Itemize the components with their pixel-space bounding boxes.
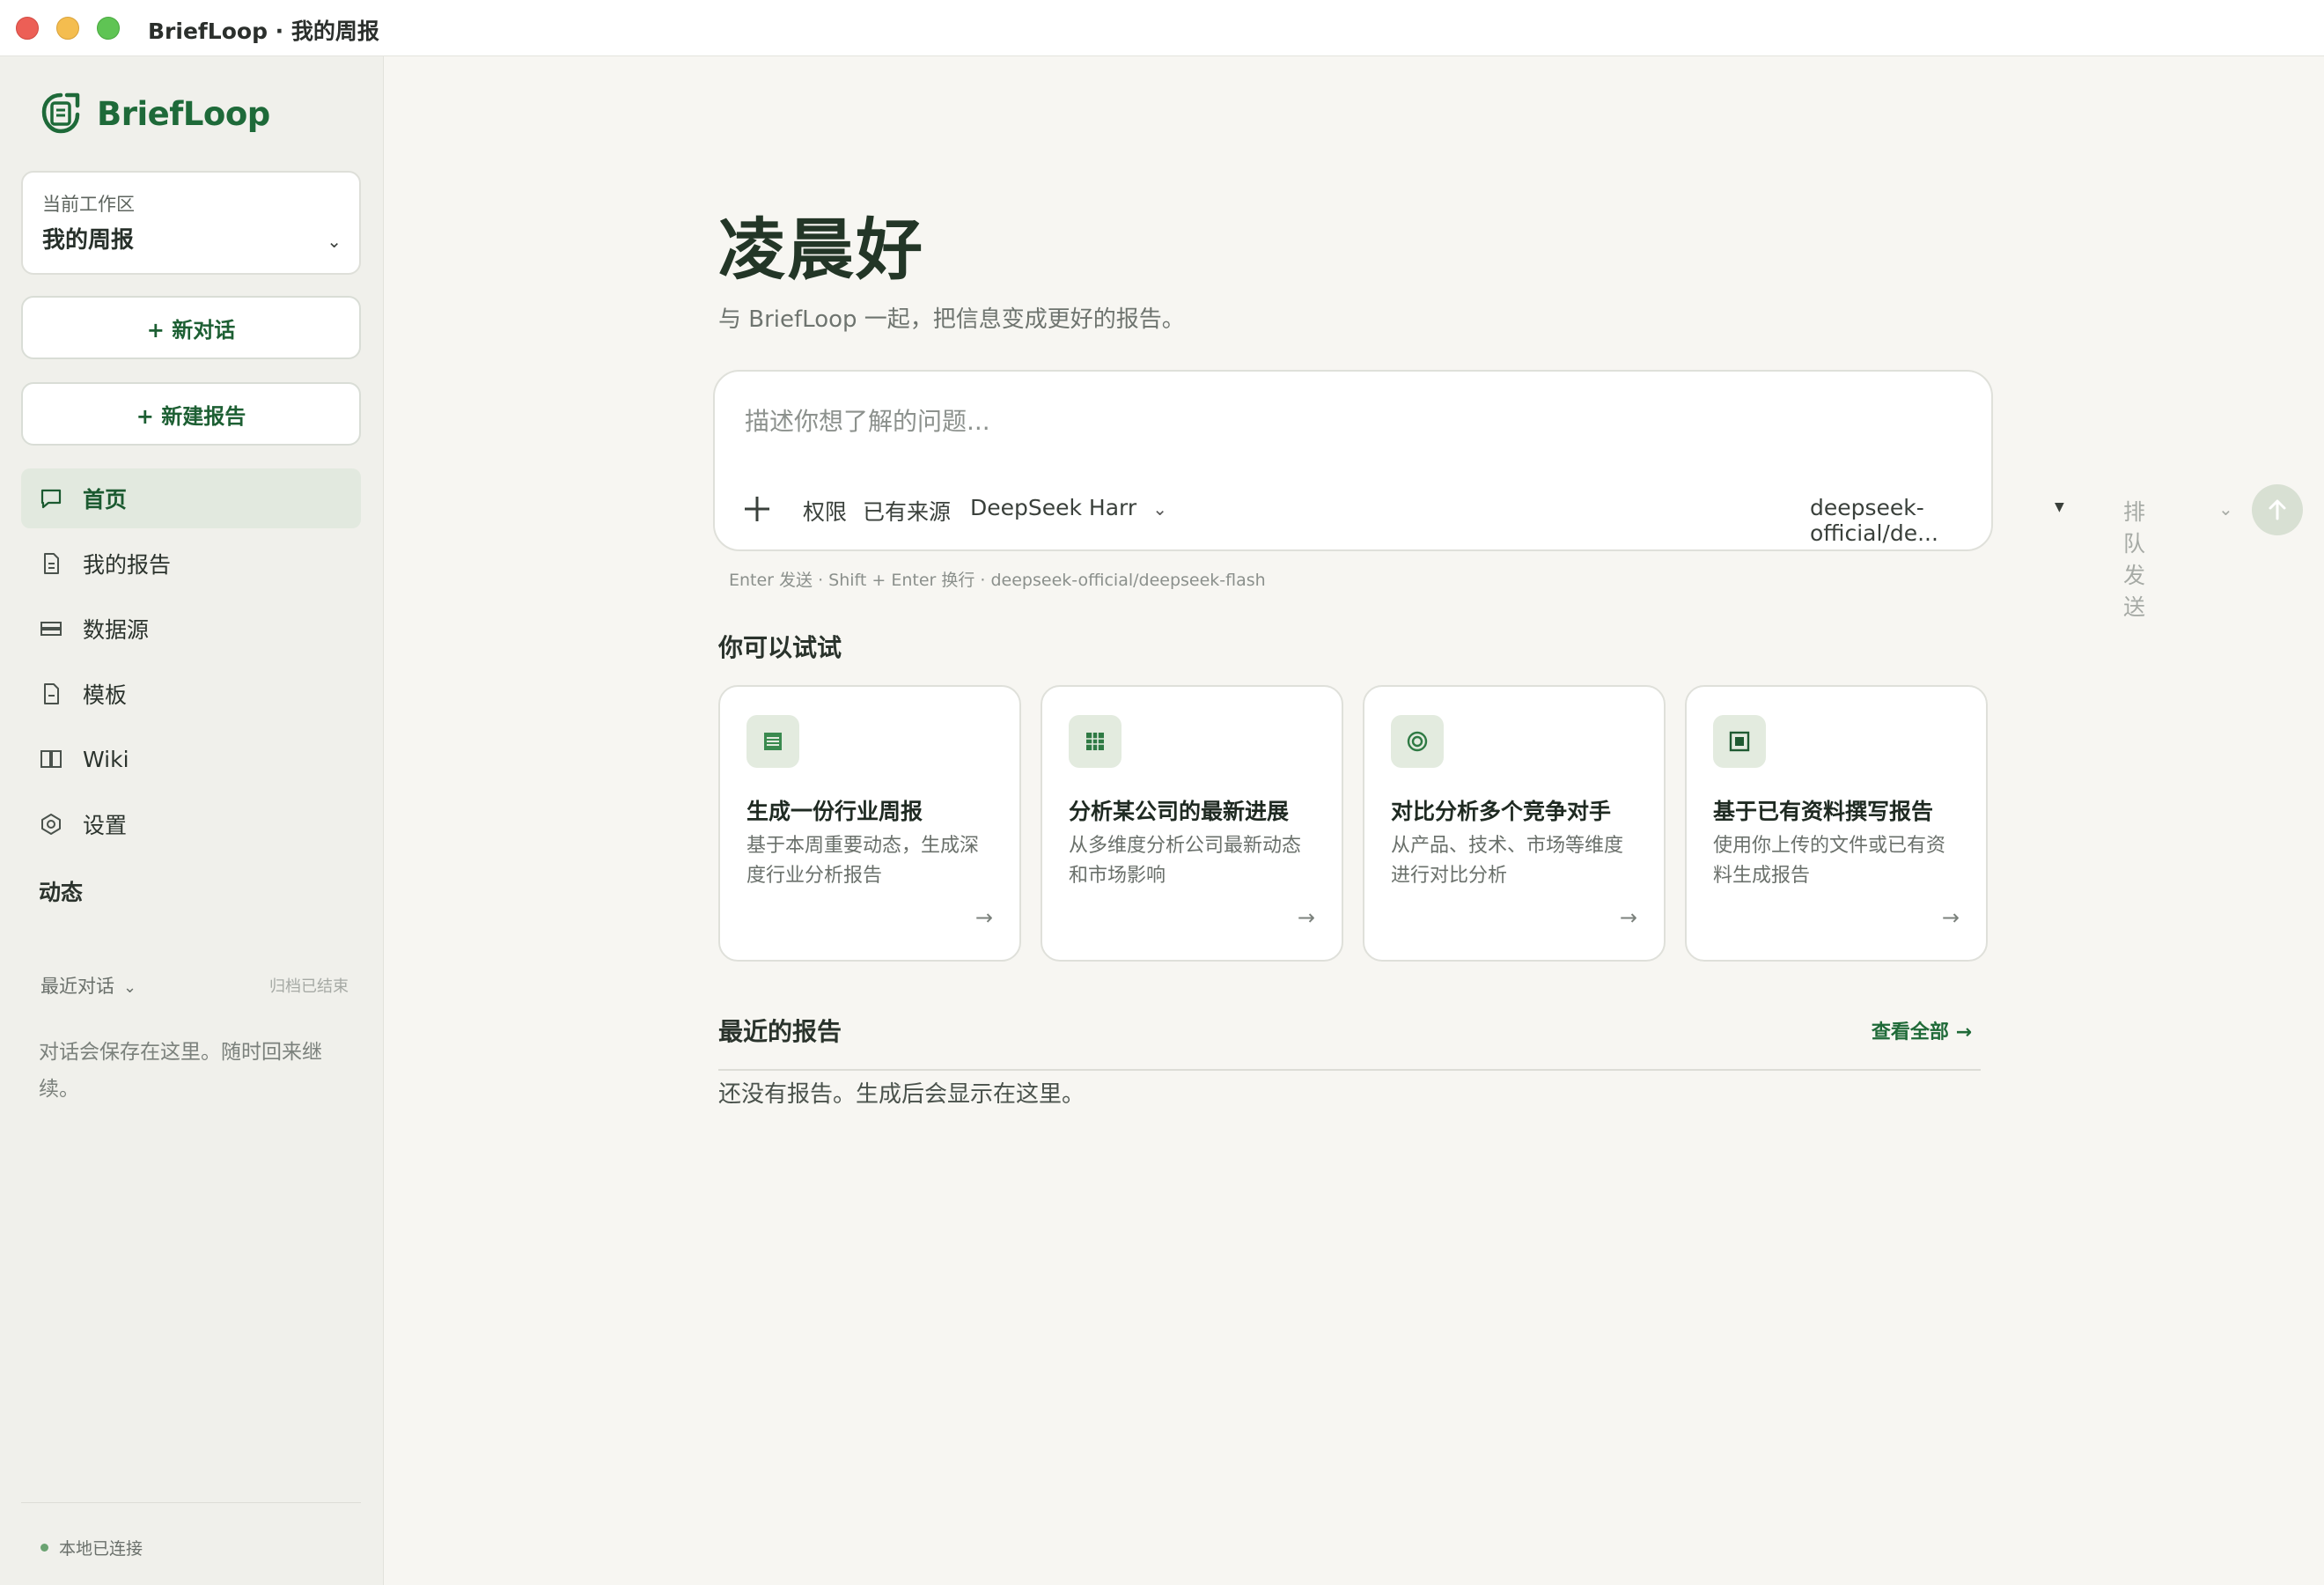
chevron-down-icon: ⌄ [1152,498,1167,520]
view-all-link[interactable]: 查看全部 → [1872,1016,1972,1044]
recent-reports-empty: 还没有报告。生成后会显示在这里。 [718,1081,1085,1108]
composer: 权限 已有来源 DeepSeek Harr⌄ deepseek-official… [713,370,2303,620]
new-chat-button[interactable]: + 新对话 [21,296,361,359]
arrow-right-icon: → [1619,905,1637,930]
workspace-selector[interactable]: 当前工作区 我的周报 ⌄ [21,171,361,275]
recent-chats-empty: 对话会保存在这里。随时回来继续。 [39,1041,322,1101]
card-description: 基于本周重要动态，生成深度行业分析报告 [746,835,980,887]
brand-logo-icon [41,92,80,134]
archive-finished-button[interactable]: 归档已结束 [269,974,349,997]
composer-hint: Enter 发送 · Shift + Enter 换行 · deepseek-o… [729,571,1266,590]
card-description: 从产品、技术、市场等维度进行对比分析 [1391,835,1624,887]
recent-reports-header: 最近的报告 查看全部 → [718,1013,1981,1051]
sidebar-item-label: 模板 [83,682,128,708]
chat-bubble-icon [39,486,63,511]
prompt-input[interactable] [745,407,1960,436]
sidebar-item-label: 数据源 [83,617,150,643]
status-dot-icon [40,1544,48,1552]
sidebar-item-data-sources[interactable]: 数据源 [21,599,361,659]
connection-status: 本地已连接 [40,1536,143,1559]
card-description: 使用你上传的文件或已有资料生成报告 [1713,835,1946,887]
recent-chats-header: 最近对话 ⌄ 归档已结束 [40,972,349,999]
sidebar-item-wiki[interactable]: Wiki [21,729,361,789]
template-icon [39,682,63,706]
greeting: 凌晨好 [718,210,924,289]
new-report-button[interactable]: + 新建报告 [21,382,361,446]
brand-logo[interactable]: BriefLoop [39,92,270,136]
suggestions-title: 你可以试试 [718,633,842,662]
recent-reports-title: 最近的报告 [718,1017,842,1046]
chevron-down-icon: ⌄ [123,978,137,997]
list-doc-icon [746,715,799,768]
queue-send-button[interactable]: 排队发送 [2123,495,2145,622]
card-title: 对比分析多个竞争对手 [1391,799,1612,824]
minimize-window-button[interactable] [56,17,79,40]
sidebar-item-settings[interactable]: 设置 [21,794,361,854]
card-title: 生成一份行业周报 [746,799,923,824]
brand-name: BriefLoop [97,94,270,133]
sidebar-item-my-reports[interactable]: 我的报告 [21,534,361,593]
permissions-button[interactable]: 权限 [803,495,847,527]
dropdown-triangle-icon[interactable]: ▼ [2055,500,2064,514]
existing-sources-button[interactable]: 已有来源 [863,495,951,527]
divider [718,1069,1981,1071]
sidebar-section-activity[interactable]: 动态 [39,875,83,907]
model-selector[interactable]: deepseek-official/de... [1810,495,1991,546]
workspace-label: 当前工作区 [42,194,135,215]
window-title: BriefLoop · 我的周报 [148,18,379,44]
card-description: 从多维度分析公司最新动态和市场影响 [1069,835,1302,887]
zoom-window-button[interactable] [97,17,120,40]
square-doc-icon [1713,715,1766,768]
gear-icon [39,812,63,837]
database-icon [39,616,63,641]
target-icon [1391,715,1444,768]
plus-icon [745,497,769,521]
subtitle: 与 BriefLoop 一起，把信息变成更好的报告。 [718,306,1185,333]
sidebar-item-templates[interactable]: 模板 [21,664,361,724]
arrow-right-icon: → [1297,905,1315,930]
document-icon [39,551,63,576]
arrow-right-icon: → [974,905,993,930]
recent-chats-toggle[interactable]: 最近对话 ⌄ [40,976,136,997]
grid-icon [1069,715,1122,768]
suggestion-card[interactable]: 基于已有资料撰写报告 使用你上传的文件或已有资料生成报告 → [1685,685,1988,962]
chevron-down-icon: ⌄ [327,231,342,252]
close-window-button[interactable] [16,17,39,40]
book-icon [39,747,63,771]
window-titlebar: BriefLoop · 我的周报 [0,0,2324,56]
sidebar-item-label: 我的报告 [83,552,172,578]
sidebar-item-home[interactable]: 首页 [21,468,361,528]
arrow-up-icon [2269,499,2286,520]
send-button[interactable] [2252,484,2303,535]
suggestion-card[interactable]: 生成一份行业周报 基于本周重要动态，生成深度行业分析报告 → [718,685,1021,962]
sidebar-nav: 首页 我的报告 数据源 模板 Wiki 设置 [21,468,361,859]
chevron-down-icon[interactable]: ⌄ [2218,498,2233,520]
sidebar-item-label: Wiki [83,746,129,772]
workspace-name: 我的周报 [42,227,135,254]
suggestion-card[interactable]: 对比分析多个竞争对手 从产品、技术、市场等维度进行对比分析 → [1363,685,1666,962]
connection-status-label: 本地已连接 [59,1539,143,1559]
card-title: 分析某公司的最新进展 [1069,799,1290,824]
card-title: 基于已有资料撰写报告 [1713,799,1934,824]
main-content: 凌晨好 与 BriefLoop 一起，把信息变成更好的报告。 权限 已有来源 D… [384,56,2324,1585]
arrow-right-icon: → [1941,905,1960,930]
suggestion-card[interactable]: 分析某公司的最新进展 从多维度分析公司最新动态和市场影响 → [1041,685,1343,962]
sidebar-divider [21,1502,361,1503]
sidebar-item-label: 设置 [83,813,128,838]
sidebar-item-label: 首页 [83,487,128,512]
sidebar: BriefLoop 当前工作区 我的周报 ⌄ + 新对话 + 新建报告 首页 我… [0,56,384,1585]
add-attachment-button[interactable] [741,493,773,525]
agent-selector[interactable]: DeepSeek Harr ⌄ [970,495,1167,520]
